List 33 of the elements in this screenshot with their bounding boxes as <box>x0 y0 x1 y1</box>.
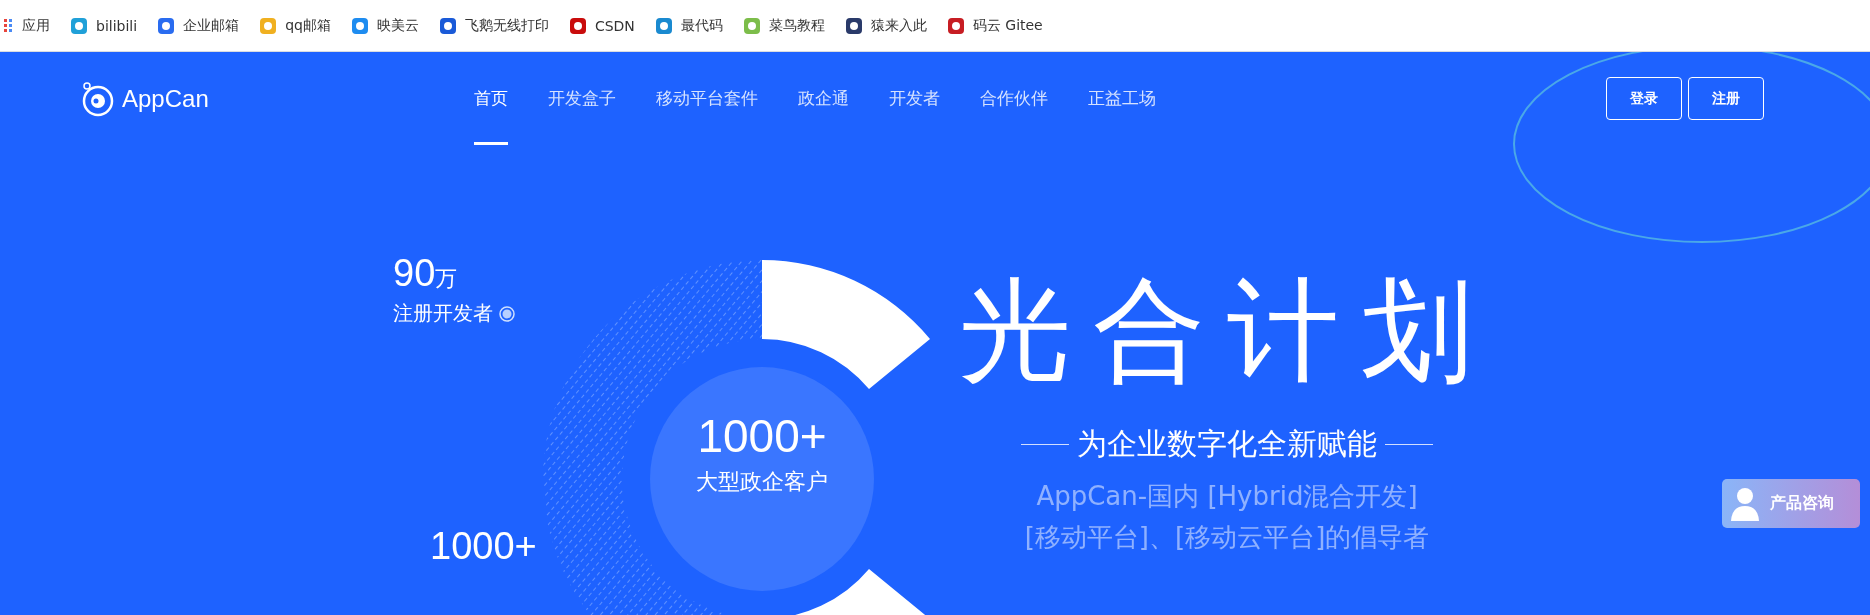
nav-tab[interactable]: 合作伙伴 <box>979 52 1048 145</box>
hero-description: AppCan-国内 [Hybrid混合开发] <box>1036 480 1418 513</box>
bookmark-link[interactable]: CSDN <box>568 16 635 35</box>
center-stat-label: 大型政企客户 <box>696 468 828 496</box>
nav-tab[interactable]: 首页 <box>473 52 508 145</box>
bookmark-link[interactable]: 应用 <box>4 16 50 35</box>
hero-title: 光合计划 <box>959 274 1495 386</box>
register-button[interactable]: 注册 <box>1688 77 1764 120</box>
nav-tab[interactable]: 开发盒子 <box>547 52 616 145</box>
bookmark-link[interactable]: 飞鹅无线打印 <box>438 16 549 35</box>
stat-label: 注册开发者 <box>393 300 493 327</box>
stat-value: 1000+ <box>430 527 537 565</box>
nav-tab[interactable]: 正益工场 <box>1087 52 1156 145</box>
login-button[interactable]: 登录 <box>1606 77 1682 120</box>
stat-value: 90 <box>393 254 436 292</box>
bookmark-link[interactable]: 码云 Gitee <box>946 16 1043 35</box>
bookmark-link[interactable]: qq邮箱 <box>259 16 331 35</box>
stat-unit: 万 <box>435 266 458 293</box>
nav-tab[interactable]: 政企通 <box>797 52 849 145</box>
bookmark-link[interactable]: 菜鸟教程 <box>742 16 825 35</box>
bookmark-link[interactable]: 猿来入此 <box>844 16 927 35</box>
bookmark-link[interactable]: 企业邮箱 <box>157 16 240 35</box>
bookmark-link[interactable]: 最代码 <box>654 16 723 35</box>
dot-icon <box>499 305 515 322</box>
center-stat-value: 1000+ <box>697 409 827 463</box>
brand-name: AppCan <box>122 84 209 113</box>
logo-icon <box>80 80 116 117</box>
hero-subtitle: 为企业数字化全新赋能 <box>1077 425 1377 463</box>
bookmark-link[interactable]: bilibili <box>70 16 138 35</box>
bookmark-link[interactable]: 映美云 <box>350 16 419 35</box>
nav-tab[interactable]: 移动平台套件 <box>655 52 758 145</box>
hero-description: [移动平台]、[移动云平台]的倡导者 <box>1024 521 1430 554</box>
nav-tab[interactable]: 开发者 <box>888 52 940 145</box>
